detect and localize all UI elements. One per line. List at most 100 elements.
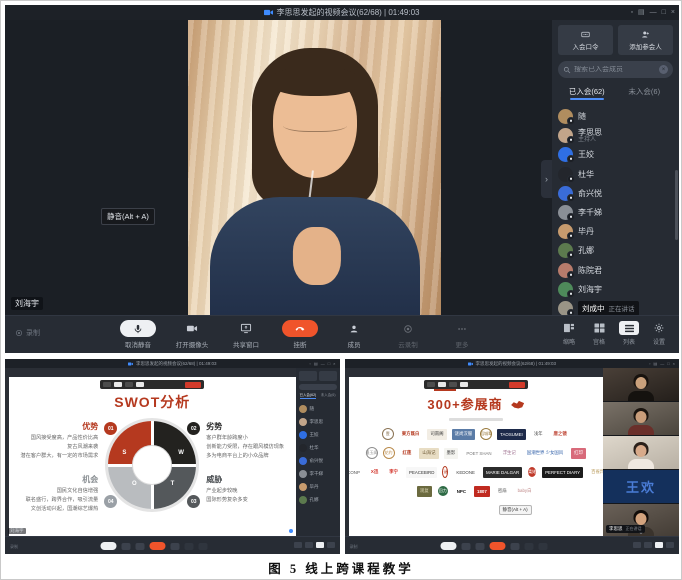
brand-logo: NPC — [454, 486, 469, 497]
member-row[interactable]: 李思思主持人 — [558, 126, 673, 145]
tab-not-joined[interactable]: 未入会(6) — [321, 393, 336, 399]
toolbar-layout-list-button[interactable] — [655, 542, 663, 548]
search-input[interactable] — [574, 66, 656, 73]
toolbar-layout-list-button[interactable] — [316, 542, 324, 548]
member-row[interactable]: 刘海宇 — [558, 280, 673, 299]
toolbar-layout-grid-button[interactable] — [644, 542, 652, 548]
toolbar-button-label: 缩略 — [563, 337, 575, 346]
toolbar-more-button[interactable]: 更多 — [440, 320, 484, 349]
tab-not-joined[interactable]: 未入会(6) — [616, 86, 674, 97]
presenter-tool[interactable] — [449, 382, 457, 387]
minimize-icon[interactable]: — — [660, 362, 664, 366]
layout-icon[interactable]: ▫ — [631, 9, 633, 16]
toolbar-screen-button[interactable] — [475, 543, 484, 550]
participant-video[interactable] — [603, 368, 679, 401]
toolbar-mic-button[interactable] — [440, 542, 456, 550]
member-row[interactable]: 李思思 — [299, 415, 337, 428]
toolbar-screen-button[interactable] — [136, 543, 145, 550]
presenter-tool[interactable] — [125, 382, 133, 387]
toolbar-phone-button[interactable]: 挂断 — [278, 320, 322, 349]
member-row[interactable]: 俞兴悦 — [299, 454, 337, 467]
toolbar-camera-button[interactable] — [122, 543, 131, 550]
chevron-down-icon[interactable]: ⌄ — [638, 529, 643, 536]
grid-icon[interactable]: ▤ — [638, 9, 645, 16]
minimize-icon[interactable]: — — [650, 9, 657, 16]
layout-icon[interactable]: ▫ — [310, 362, 311, 366]
toolbar-screen-button[interactable]: 共享窗口 — [224, 320, 268, 349]
search-box[interactable]: × — [558, 61, 673, 78]
tab-joined[interactable]: 已入会(62) — [558, 86, 616, 97]
toolbar-settings-button[interactable] — [666, 542, 674, 548]
minimize-icon[interactable]: — — [321, 362, 325, 366]
toolbar-more-button[interactable] — [538, 543, 547, 550]
toolbar-camera-button[interactable] — [461, 543, 470, 550]
member-row[interactable]: 毕丹 — [558, 222, 673, 241]
member-row[interactable]: 孔娜 — [558, 241, 673, 260]
toolbar-layout-grid-button[interactable] — [305, 542, 313, 548]
toolbar-layout-thumb-button[interactable] — [633, 542, 641, 548]
toolbar-settings-button[interactable]: 设置 — [647, 321, 671, 346]
toolbar-record-button[interactable] — [185, 543, 194, 550]
toolbar-layout-grid-button[interactable]: 宫格 — [587, 321, 611, 346]
maximize-icon[interactable]: □ — [328, 362, 330, 366]
add-participant-button[interactable]: 添加参会人 — [618, 25, 673, 55]
stop-share-button[interactable] — [509, 382, 525, 388]
meeting-code-button[interactable]: 入会口令 — [558, 25, 613, 55]
panel-collapse-handle[interactable]: › — [541, 160, 552, 198]
toolbar-layout-thumb-button[interactable] — [294, 542, 302, 548]
participant-video[interactable] — [603, 402, 679, 435]
meeting-code-button[interactable] — [299, 371, 317, 381]
toolbar-settings-button[interactable] — [327, 542, 335, 548]
close-icon[interactable]: × — [673, 362, 675, 366]
member-row[interactable]: 随 — [558, 107, 673, 126]
member-row[interactable]: 王姣 — [558, 145, 673, 164]
member-row[interactable]: 李千娣 — [299, 467, 337, 480]
member-row[interactable]: 陈院君 — [558, 261, 673, 280]
layout-icon[interactable]: ▫ — [649, 362, 650, 366]
toolbar-camera-button[interactable]: 打开摄像头 — [170, 320, 214, 349]
presenter-tool[interactable] — [460, 382, 468, 387]
member-row[interactable]: 李千娣 — [558, 203, 673, 222]
participant-video[interactable]: 王欢 — [603, 470, 679, 503]
member-row[interactable]: 孔娜 — [299, 493, 337, 506]
toolbar-layout-list-button[interactable]: 列表 — [617, 321, 641, 346]
maximize-icon[interactable]: □ — [662, 9, 666, 16]
toolbar-record-button[interactable]: 云录制 — [386, 320, 430, 349]
member-row[interactable]: 毕丹 — [299, 480, 337, 493]
member-row[interactable]: 随 — [299, 402, 337, 415]
toolbar-mic-button[interactable]: 取消静音 — [116, 320, 160, 349]
presenter-tool[interactable] — [438, 382, 446, 387]
brand-logo: 墨玉阁 — [366, 447, 378, 459]
toolbar-person-button[interactable] — [510, 543, 519, 550]
presenter-tool[interactable] — [114, 382, 122, 387]
presenter-tool[interactable] — [103, 382, 111, 387]
member-row[interactable]: 杜华 — [299, 441, 337, 454]
clear-icon[interactable]: × — [659, 65, 668, 74]
close-icon[interactable]: × — [671, 9, 675, 16]
member-row[interactable]: 刘成中正在讲话 — [558, 299, 673, 315]
grid-icon[interactable]: ▤ — [314, 362, 318, 366]
toolbar-more-button[interactable] — [199, 543, 208, 550]
brand-logo: 回力 — [437, 485, 449, 497]
search-box[interactable] — [299, 384, 337, 390]
member-row[interactable]: 杜华 — [558, 165, 673, 184]
toolbar-person-button[interactable]: 成员 — [332, 320, 376, 349]
close-icon[interactable]: × — [333, 362, 335, 366]
scrollbar[interactable] — [675, 170, 678, 240]
toolbar-record-button[interactable] — [524, 543, 533, 550]
tab-joined[interactable]: 已入会(62) — [300, 393, 317, 399]
member-row[interactable]: 俞兴悦 — [558, 184, 673, 203]
toolbar-person-button[interactable] — [171, 543, 180, 550]
toolbar-layout-thumb-button[interactable]: 缩略 — [557, 321, 581, 346]
add-participant-button[interactable] — [319, 371, 337, 381]
presenter-tool[interactable] — [136, 382, 144, 387]
participant-video[interactable] — [603, 436, 679, 469]
toolbar-phone-button[interactable] — [489, 542, 505, 550]
grid-icon[interactable]: ▤ — [653, 362, 657, 366]
member-row[interactable]: 王姣 — [299, 428, 337, 441]
presenter-tool[interactable] — [427, 382, 435, 387]
toolbar-mic-button[interactable] — [101, 542, 117, 550]
maximize-icon[interactable]: □ — [667, 362, 669, 366]
toolbar-phone-button[interactable] — [150, 542, 166, 550]
stop-share-button[interactable] — [185, 382, 201, 388]
